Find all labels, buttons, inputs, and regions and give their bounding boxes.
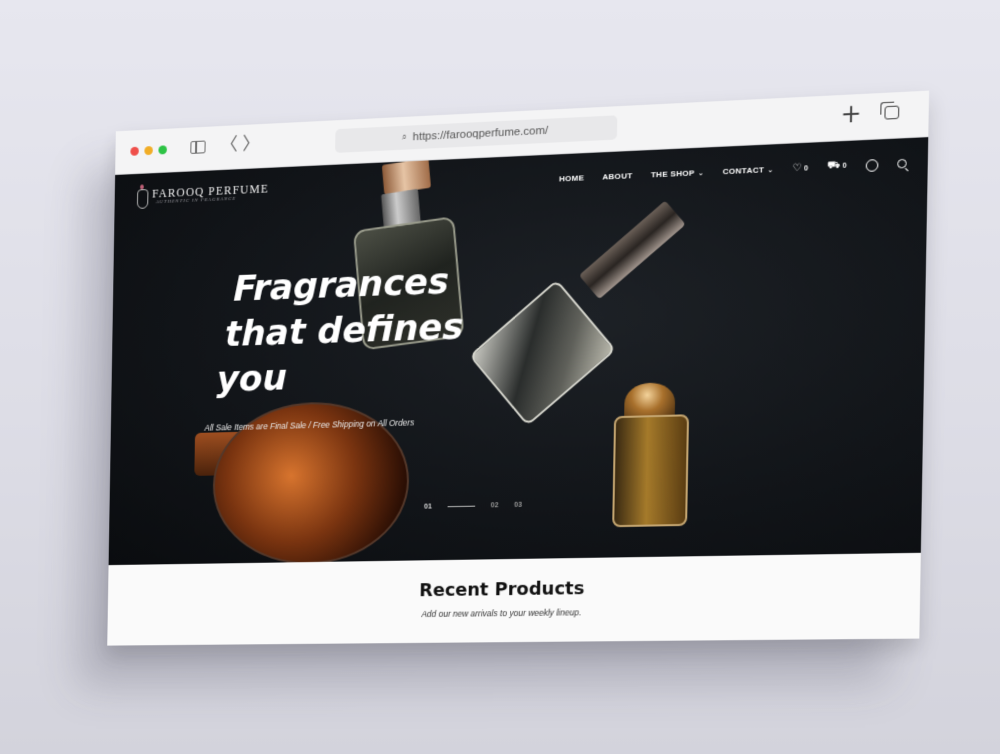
chevron-down-icon: ⌄ [697, 168, 705, 178]
hero-headline: Fragrances that defines you [216, 258, 469, 403]
stage: 〈 〉 ⌕ https://farooqperfume.com/ + FAROO… [0, 0, 1000, 754]
browser-window: 〈 〉 ⌕ https://farooqperfume.com/ + FAROO… [107, 90, 930, 646]
spray-nozzle-image [578, 200, 686, 300]
main-navigation: HOME ABOUT THE SHOP ⌄ CONTACT ⌄ ♡ 0 ⛟ 0 [559, 157, 907, 186]
nav-contact-label: CONTACT [722, 165, 765, 177]
close-window-button[interactable] [130, 146, 139, 156]
nav-home[interactable]: HOME [559, 173, 584, 183]
maximize-window-button[interactable] [158, 145, 167, 155]
slide-2-button[interactable]: 02 [491, 502, 499, 509]
recent-products-section: Recent Products Add our new arrivals to … [107, 552, 921, 646]
search-icon[interactable] [897, 158, 907, 169]
nav-the-shop[interactable]: THE SHOP ⌄ [650, 168, 705, 180]
hero-banner: FAROOQ PERFUME AUTHENTIC IN FRAGRANCE HO… [108, 137, 929, 566]
wishlist-count: 0 [803, 165, 809, 173]
tab-overview-icon[interactable] [884, 105, 900, 120]
cart-count: 0 [842, 162, 848, 170]
cart-button[interactable]: ⛟ 0 [827, 159, 847, 173]
slide-pagination: 01 02 03 [424, 502, 522, 511]
headline-line-3: you [216, 357, 288, 401]
account-icon[interactable] [865, 158, 879, 172]
address-bar[interactable]: ⌕ https://farooqperfume.com/ [335, 115, 618, 153]
slide-1-button[interactable]: 01 [424, 504, 432, 511]
new-tab-button[interactable]: + [840, 99, 862, 129]
wishlist-button[interactable]: ♡ 0 [792, 162, 808, 174]
nav-the-shop-label: THE SHOP [650, 168, 695, 180]
perfume-bottle-logo-icon [136, 189, 149, 209]
active-slide-indicator [447, 505, 475, 508]
bottle-cap-image [381, 158, 431, 195]
minimize-window-button[interactable] [144, 146, 153, 156]
nav-about[interactable]: ABOUT [602, 171, 632, 181]
section-title: Recent Products [419, 578, 585, 602]
clear-spray-bottle-image [468, 279, 617, 427]
heart-icon: ♡ [792, 162, 803, 175]
chevron-down-icon: ⌄ [767, 165, 774, 175]
cart-icon: ⛟ [826, 159, 841, 172]
search-icon: ⌕ [401, 132, 407, 143]
sidebar-toggle-icon[interactable] [190, 140, 206, 154]
nav-contact[interactable]: CONTACT ⌄ [722, 165, 773, 176]
url-text: https://farooqperfume.com/ [412, 124, 549, 144]
section-subtitle: Add our new arrivals to your weekly line… [421, 607, 582, 620]
back-arrow-icon[interactable]: 〈 [220, 134, 237, 155]
headline-line-2: that defines [224, 306, 464, 355]
forward-arrow-icon[interactable]: 〉 [242, 133, 259, 154]
slide-3-button[interactable]: 03 [514, 502, 522, 509]
small-gold-bottle-image [612, 414, 690, 528]
